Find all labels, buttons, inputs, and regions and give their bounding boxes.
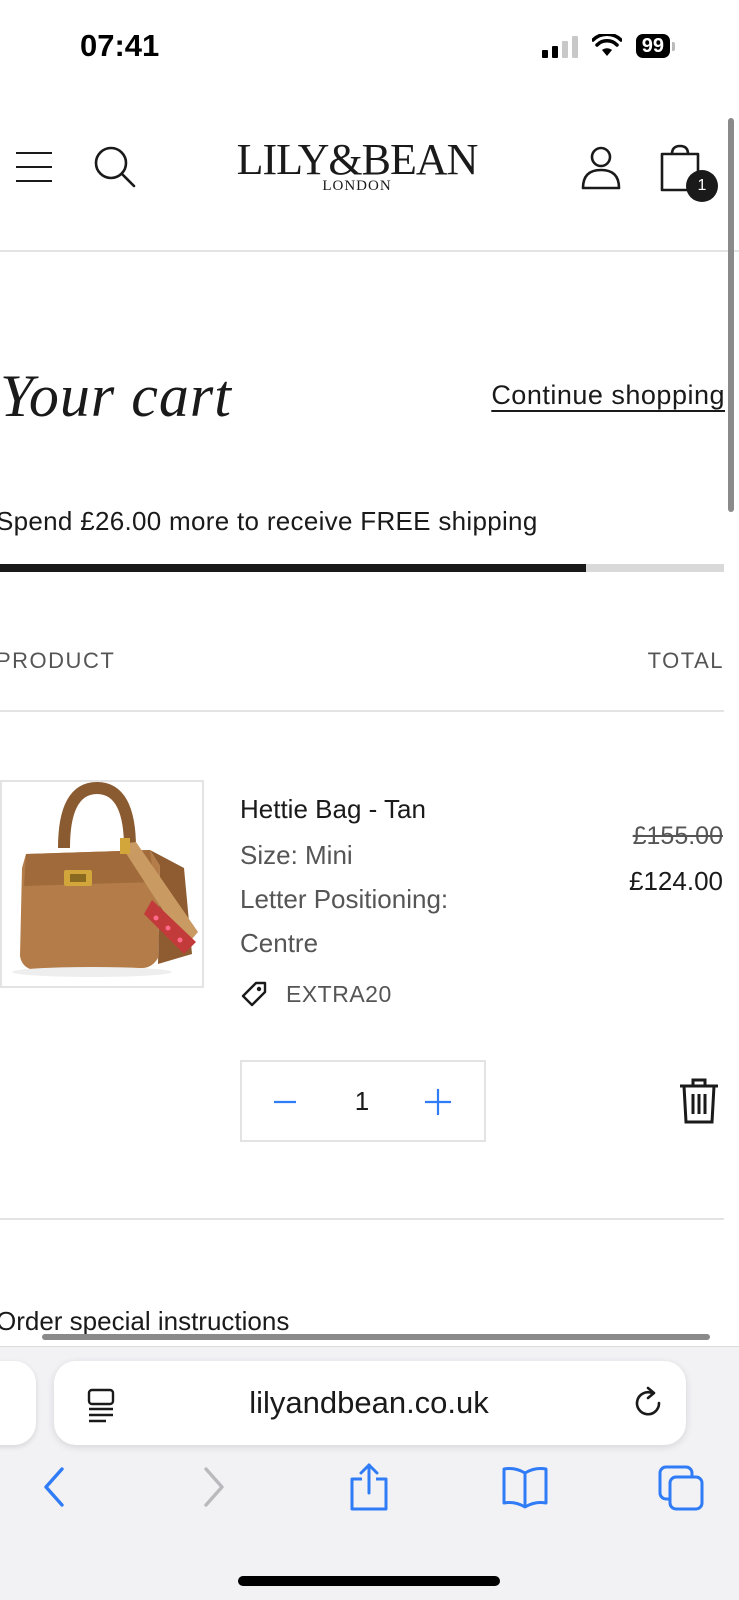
discount-applied: EXTRA20 [240, 980, 392, 1008]
cellular-signal-icon [541, 34, 578, 58]
reload-icon[interactable] [630, 1385, 666, 1421]
quantity-input[interactable]: 1 [332, 1086, 392, 1117]
share-icon[interactable] [344, 1461, 394, 1513]
logo-wordmark: LILY&BEAN [236, 135, 479, 184]
product-name[interactable]: Hettie Bag - Tan [240, 794, 426, 825]
column-header-product: PRODUCT [0, 648, 116, 673]
product-option-letter-positioning-label: Letter Positioning: [240, 884, 449, 914]
cart-table-header: PRODUCT TOTAL [0, 648, 724, 712]
url-text[interactable]: lilyandbean.co.uk [144, 1385, 594, 1421]
page-title: Your cart [0, 363, 232, 429]
horizontal-scrollbar[interactable] [42, 1334, 710, 1340]
quantity-stepper: 1 [240, 1060, 486, 1142]
order-instructions-toggle[interactable]: Order special instructions [0, 1306, 289, 1337]
product-image[interactable] [0, 780, 204, 988]
line-item-divider [0, 1218, 724, 1220]
wifi-icon [591, 34, 622, 56]
progress-fill [0, 564, 587, 572]
cart-count-badge: 1 [686, 170, 718, 202]
home-indicator [238, 1576, 500, 1586]
tabs-icon[interactable] [656, 1461, 706, 1513]
product-option-letter-positioning-value: Centre [240, 928, 319, 958]
battery-level: 99 [635, 34, 670, 58]
handbag-image [2, 782, 202, 986]
previous-tab-preview[interactable] [0, 1361, 36, 1445]
free-shipping-message: Spend £26.00 more to receive FREE shippi… [0, 506, 538, 536]
reader-mode-icon[interactable] [84, 1387, 118, 1423]
original-price: £155.00 [632, 822, 723, 850]
site-logo[interactable]: LILY&BEAN LONDON [222, 138, 492, 195]
tag-icon [241, 981, 267, 1007]
product-option-size: Size: Mini [240, 840, 353, 870]
battery-icon: 99 [635, 34, 675, 58]
bookmarks-icon[interactable] [500, 1461, 550, 1513]
search-icon[interactable] [92, 144, 138, 190]
minus-icon[interactable] [262, 1078, 308, 1126]
plus-icon[interactable] [414, 1078, 462, 1126]
browser-toolbar-area: lilyandbean.co.uk [0, 1346, 739, 1600]
site-header: LILY&BEAN LONDON 1 [0, 110, 739, 252]
forward-icon[interactable] [188, 1461, 238, 1513]
safari-toolbar [0, 1457, 739, 1527]
back-icon[interactable] [30, 1461, 80, 1513]
trash-icon[interactable] [676, 1076, 722, 1126]
user-icon[interactable] [578, 144, 624, 192]
final-price: £124.00 [629, 866, 723, 896]
address-bar[interactable]: lilyandbean.co.uk [54, 1361, 686, 1445]
vertical-scrollbar[interactable] [728, 118, 734, 512]
status-indicators: 99 [541, 34, 675, 58]
continue-shopping-link[interactable]: Continue shopping [491, 380, 725, 411]
discount-code: EXTRA20 [286, 980, 392, 1007]
column-header-total: TOTAL [647, 648, 724, 673]
cart-button[interactable]: 1 [658, 144, 718, 204]
free-shipping-progress-bar [0, 564, 724, 572]
status-bar: 07:41 99 [0, 0, 739, 96]
hamburger-menu-icon[interactable] [16, 150, 52, 184]
status-time: 07:41 [80, 28, 160, 63]
